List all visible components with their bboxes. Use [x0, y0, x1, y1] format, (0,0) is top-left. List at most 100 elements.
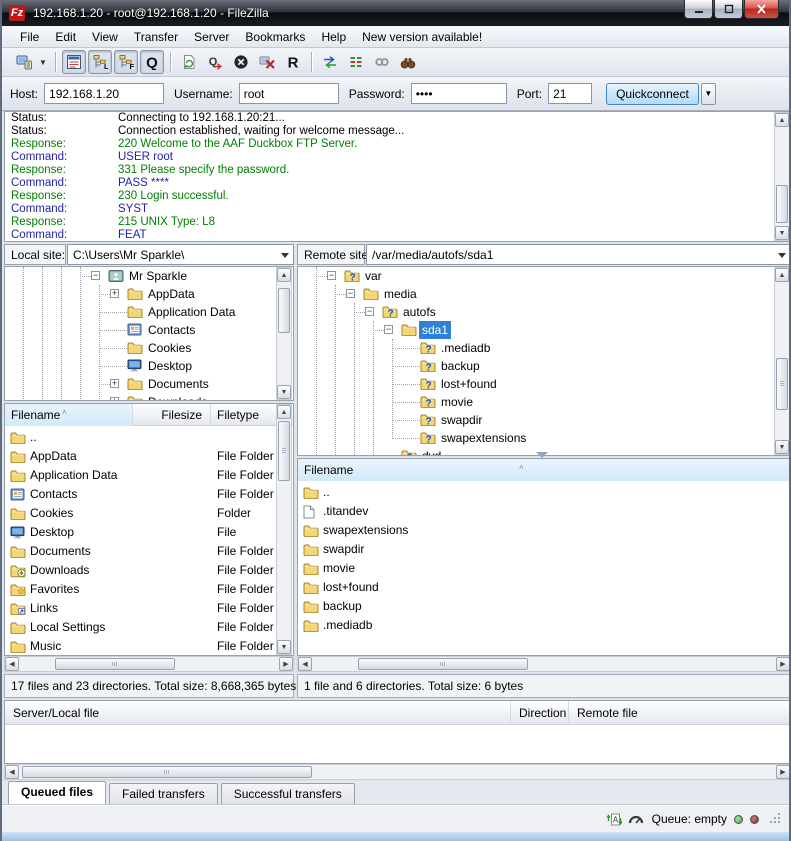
reconnect-button[interactable]: R [281, 50, 305, 74]
log-vscrollbar[interactable]: ▲ ▼ [774, 112, 790, 241]
remote-tree-vscrollbar[interactable]: ▲ ▼ [774, 267, 790, 455]
file-row-music[interactable]: MusicFile Folder [5, 637, 293, 656]
file-row-titandev[interactable]: .titandev [298, 502, 790, 521]
column-header-filetype[interactable]: Filetype [211, 404, 277, 426]
restore-button[interactable] [714, 0, 743, 19]
column-header-filesize[interactable]: Filesize [133, 404, 211, 426]
tree-item-contacts[interactable]: Contacts [5, 321, 293, 339]
tab-successful-transfers[interactable]: Successful transfers [221, 783, 355, 804]
file-row-[interactable]: .. [5, 428, 293, 447]
tree-item-sda1[interactable]: −sda1 [298, 321, 790, 339]
tree-item-lost-found[interactable]: ?lost+found [298, 375, 790, 393]
scroll-up-icon[interactable]: ▲ [775, 113, 789, 127]
file-row-cookies[interactable]: CookiesFolder [5, 504, 293, 523]
username-input[interactable] [239, 83, 339, 104]
remote-directory-tree[interactable]: −?var−media−?autofs−sda1?.mediadb?backup… [297, 266, 791, 456]
scroll-down-icon[interactable]: ▼ [775, 226, 789, 240]
remote-site-combobox[interactable]: /var/media/autofs/sda1 [366, 244, 791, 265]
file-row-links[interactable]: LinksFile Folder [5, 599, 293, 618]
tree-item-swapextensions[interactable]: ?swapextensions [298, 429, 790, 447]
toggle-remote-tree-button[interactable]: F [114, 50, 138, 74]
splitter-collapse-icon[interactable] [536, 452, 548, 458]
toggle-queue-button[interactable]: Q [140, 50, 164, 74]
tab-failed-transfers[interactable]: Failed transfers [109, 783, 218, 804]
file-row-downloads[interactable]: DownloadsFile Folder [5, 561, 293, 580]
menu-item-help[interactable]: Help [313, 28, 354, 46]
menu-item-server[interactable]: Server [186, 28, 237, 46]
collapse-icon[interactable]: − [91, 271, 100, 280]
resize-grip[interactable] [769, 812, 781, 827]
password-input[interactable] [411, 83, 507, 104]
queue-hscroll-thumb[interactable] [22, 766, 312, 778]
scroll-up-icon[interactable]: ▲ [277, 405, 291, 419]
local-site-combobox[interactable]: C:\Users\Mr Sparkle\ [67, 244, 294, 265]
chevron-down-icon[interactable] [778, 253, 786, 258]
queue-column-remote-file[interactable]: Remote file [569, 701, 791, 725]
tree-item-desktop[interactable]: Desktop [5, 357, 293, 375]
message-log[interactable]: Status:Connecting to 192.168.1.20:21...S… [4, 111, 791, 242]
queue-column-direction[interactable]: Direction [511, 701, 569, 725]
file-row-documents[interactable]: DocumentsFile Folder [5, 542, 293, 561]
file-row-lost-found[interactable]: lost+found [298, 578, 790, 597]
file-row-application-data[interactable]: Application DataFile Folder [5, 466, 293, 485]
menu-item-file[interactable]: File [12, 28, 47, 46]
speed-limits-icon[interactable] [628, 812, 644, 826]
tree-item-mr-sparkle[interactable]: −Mr Sparkle [5, 267, 293, 285]
compare-button[interactable] [318, 50, 342, 74]
scroll-right-icon[interactable]: ▶ [279, 657, 293, 671]
tree-item-mediadb[interactable]: ?.mediadb [298, 339, 790, 357]
scroll-down-icon[interactable]: ▼ [775, 440, 789, 454]
tree-item-appdata[interactable]: +AppData [5, 285, 293, 303]
tree-item-documents[interactable]: +Documents [5, 375, 293, 393]
menu-item-view[interactable]: View [84, 28, 126, 46]
local-tree-vscrollbar[interactable]: ▲ ▼ [276, 267, 292, 400]
tree-item-swapdir[interactable]: ?swapdir [298, 411, 790, 429]
file-row-backup[interactable]: backup [298, 597, 790, 616]
minimize-button[interactable] [684, 0, 713, 19]
filter-button[interactable] [344, 50, 368, 74]
menu-item-edit[interactable]: Edit [47, 28, 84, 46]
menu-item-new-version-available[interactable]: New version available! [354, 28, 490, 46]
port-input[interactable] [548, 83, 592, 104]
transfer-queue-panel[interactable]: Server/Local fileDirectionRemote file [4, 700, 791, 764]
column-header-filename[interactable]: Filename˄ [298, 459, 790, 481]
local-list-scroll-thumb[interactable] [278, 421, 290, 481]
file-row-movie[interactable]: movie [298, 559, 790, 578]
collapse-icon[interactable]: − [365, 307, 374, 316]
tree-item-application-data[interactable]: Application Data [5, 303, 293, 321]
find-files-button[interactable] [396, 50, 420, 74]
refresh-button[interactable] [177, 50, 201, 74]
title-bar[interactable]: Fz 192.168.1.20 - root@192.168.1.20 - Fi… [2, 0, 789, 26]
toggle-local-tree-button[interactable]: L [88, 50, 112, 74]
expand-icon[interactable]: + [110, 397, 119, 401]
scroll-right-icon[interactable]: ▶ [776, 657, 790, 671]
scroll-right-icon[interactable]: ▶ [776, 765, 790, 779]
tree-item-backup[interactable]: ?backup [298, 357, 790, 375]
expand-icon[interactable]: + [110, 289, 119, 298]
queue-column-server-local-file[interactable]: Server/Local file [5, 701, 511, 725]
sync-browsing-button[interactable] [370, 50, 394, 74]
tab-queued-files[interactable]: Queued files [8, 781, 106, 804]
scroll-down-icon[interactable]: ▼ [277, 385, 291, 399]
remote-list-hscroll-thumb[interactable] [358, 658, 528, 670]
remote-file-list[interactable]: Filename˄...titandevswapextensionsswapdi… [297, 458, 791, 656]
local-list-hscroll-thumb[interactable] [55, 658, 175, 670]
scroll-left-icon[interactable]: ◀ [5, 657, 19, 671]
local-list-hscrollbar[interactable]: ◀ ▶ [4, 656, 294, 672]
column-header-filename[interactable]: Filename˄ [5, 404, 133, 426]
file-row-[interactable]: .. [298, 483, 790, 502]
file-row-appdata[interactable]: AppDataFile Folder [5, 447, 293, 466]
remote-tree-scroll-thumb[interactable] [776, 358, 788, 410]
close-button[interactable] [744, 0, 779, 19]
file-row-swapextensions[interactable]: swapextensions [298, 521, 790, 540]
local-file-list[interactable]: Filename˄FilesizeFiletype..AppDataFile F… [4, 403, 294, 656]
scroll-down-icon[interactable]: ▼ [277, 640, 291, 654]
toggle-log-button[interactable] [62, 50, 86, 74]
host-input[interactable] [44, 83, 164, 104]
scroll-left-icon[interactable]: ◀ [5, 765, 19, 779]
file-row-mediadb[interactable]: .mediadb [298, 616, 790, 635]
collapse-icon[interactable]: − [346, 289, 355, 298]
collapse-icon[interactable]: − [384, 325, 393, 334]
file-row-favorites[interactable]: FavoritesFile Folder [5, 580, 293, 599]
queue-hscrollbar[interactable]: ◀ ▶ [4, 764, 791, 780]
